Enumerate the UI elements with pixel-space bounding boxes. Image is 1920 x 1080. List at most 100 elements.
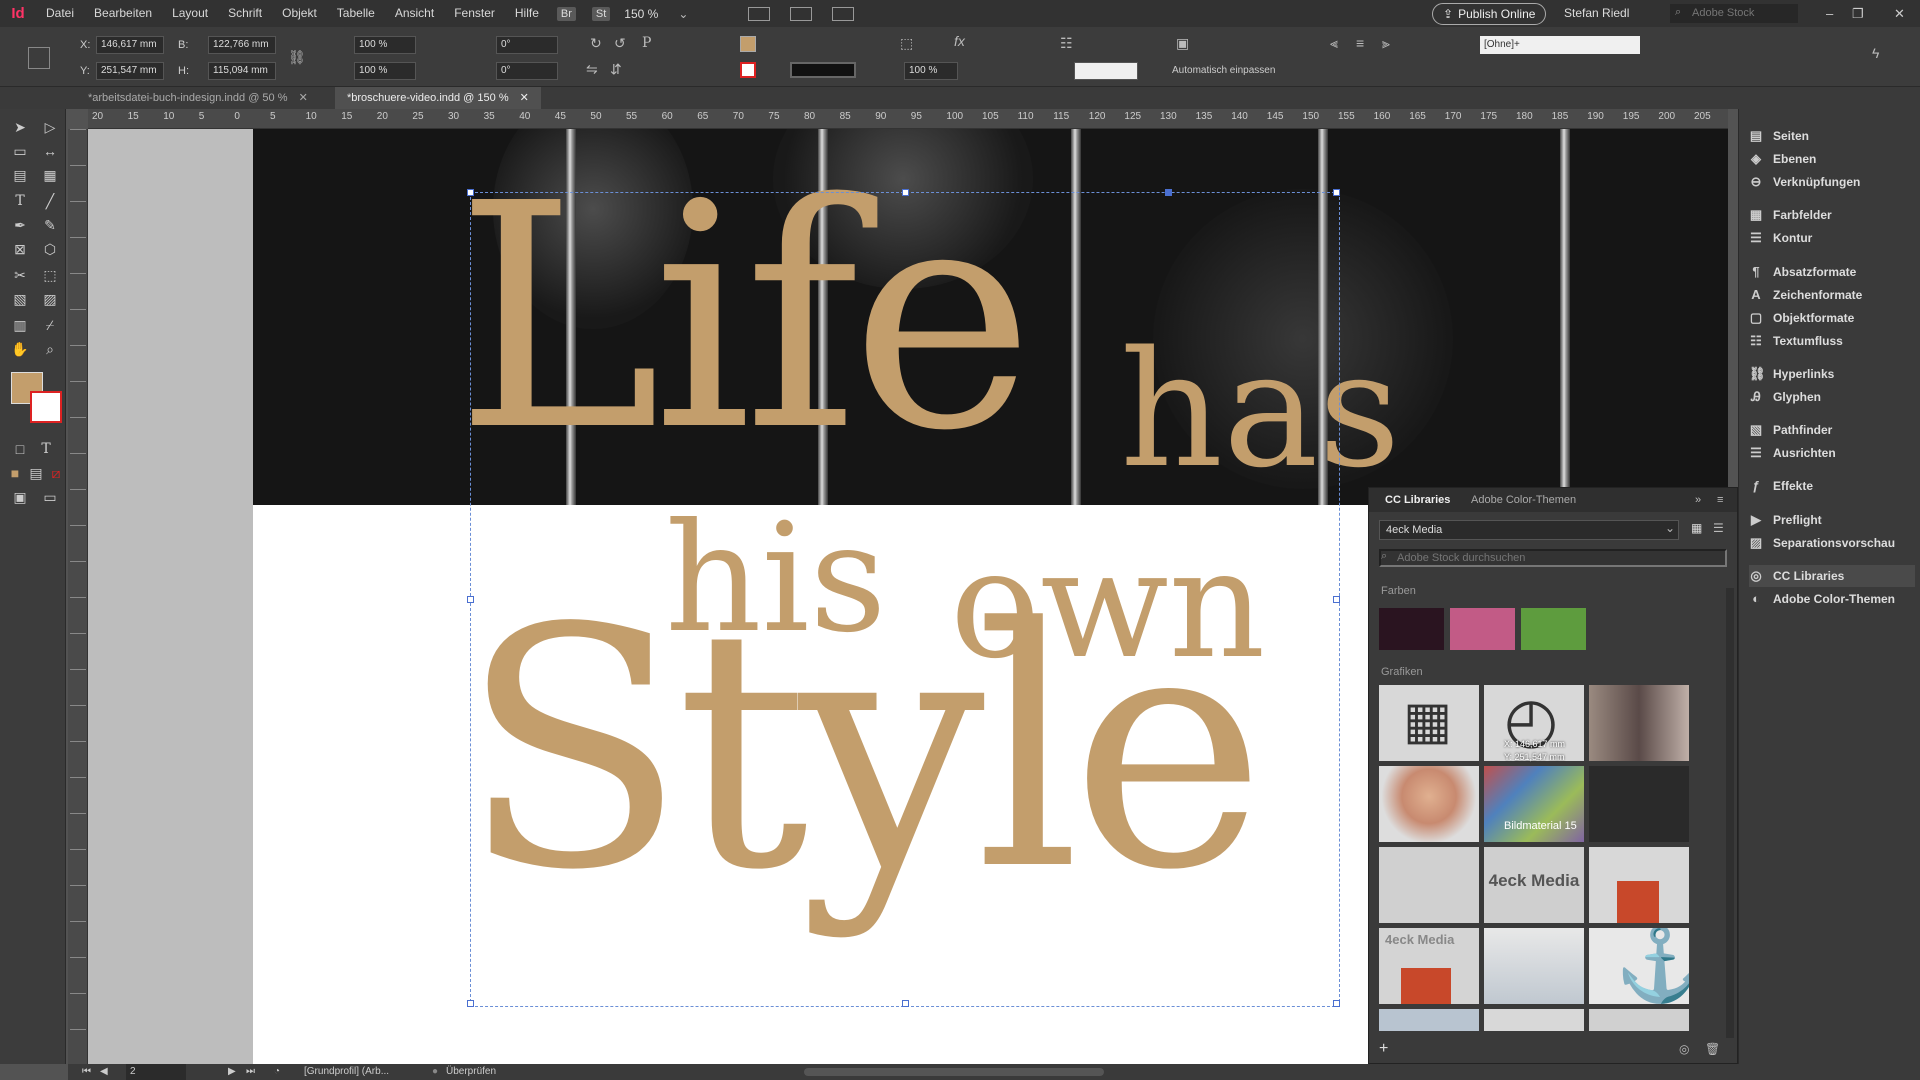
bridge-button[interactable]: Br	[556, 6, 576, 21]
stock-search-input[interactable]	[1379, 549, 1727, 567]
rotate-handle[interactable]	[1165, 189, 1172, 196]
eyedropper-tool-icon[interactable]: ⌿	[40, 315, 60, 335]
dock-item-effekte[interactable]: ƒ Effekte	[1749, 475, 1813, 497]
selection-frame[interactable]	[467, 189, 1340, 1007]
color-swatch-pink[interactable]	[1450, 608, 1515, 650]
user-menu[interactable]: Stefan Riedl	[1564, 0, 1629, 27]
quick-apply-icon[interactable]: ϟ	[1872, 45, 1879, 61]
scissors-tool-icon[interactable]: ✂	[10, 265, 30, 285]
apply-gradient-icon[interactable]: ▤	[26, 463, 46, 483]
formatting-container-icon[interactable]: □	[10, 439, 30, 459]
collapse-panel-icon[interactable]: »	[1695, 488, 1701, 512]
selection-tool-icon[interactable]: ➤	[10, 117, 30, 137]
stock-button[interactable]: St	[591, 6, 611, 21]
trash-icon[interactable]: 🗑	[1705, 1042, 1720, 1056]
gradient-feather-tool-icon[interactable]: ▨	[40, 289, 60, 309]
color-swatch-dark[interactable]	[1379, 608, 1444, 650]
pencil-tool-icon[interactable]: ✎	[40, 215, 60, 235]
menu-bearbeiten[interactable]: Bearbeiten	[84, 0, 162, 27]
graphic-photo-portrait[interactable]	[1379, 766, 1479, 842]
tab-arbeitsdatei[interactable]: *arbeitsdatei-buch-indesign.indd @ 50 % …	[76, 87, 320, 109]
library-scrollbar[interactable]	[1726, 588, 1734, 1038]
dock-item-textumfluss[interactable]: ☷ Textumfluss	[1749, 330, 1843, 352]
direct-selection-tool-icon[interactable]: ▷	[40, 117, 60, 137]
align-left-icon[interactable]: ⫷	[1330, 35, 1338, 52]
reference-point-icon[interactable]	[28, 47, 50, 69]
tab-broschuere[interactable]: *broschuere-video.indd @ 150 % ✕	[335, 87, 541, 109]
flip-vertical-icon[interactable]: ⇵	[610, 61, 622, 78]
menu-hilfe[interactable]: Hilfe	[505, 0, 549, 27]
dock-item-seiten[interactable]: ▤ Seiten	[1749, 125, 1809, 147]
pen-tool-icon[interactable]: ✒	[10, 215, 30, 235]
content-placer-icon[interactable]: ▦	[40, 165, 60, 185]
menu-layout[interactable]: Layout	[162, 0, 218, 27]
gradient-swatch-tool-icon[interactable]: ▧	[10, 289, 30, 309]
align-right-icon[interactable]: ⫸	[1382, 35, 1390, 52]
resize-handle-tr[interactable]	[1333, 189, 1340, 196]
fill-color-swatch[interactable]	[740, 36, 756, 52]
rectangle-frame-tool-icon[interactable]: ⊠	[10, 239, 30, 259]
align-center-icon[interactable]: ≡	[1356, 35, 1364, 51]
resize-handle-br[interactable]	[1333, 1000, 1340, 1007]
stroke-color-box[interactable]	[30, 391, 62, 423]
screen-mode-icon[interactable]	[790, 6, 813, 21]
dock-item-ebenen[interactable]: ◈ Ebenen	[1749, 148, 1816, 170]
polygon-tool-icon[interactable]: ⬡	[40, 239, 60, 259]
library-select[interactable]: 4eck Media	[1379, 520, 1679, 540]
panel-menu-icon[interactable]: ≡	[1717, 488, 1723, 512]
add-content-icon[interactable]: +	[1379, 1040, 1388, 1058]
flip-horizontal-icon[interactable]: ⇋	[586, 61, 598, 78]
resize-handle-ml[interactable]	[467, 596, 474, 603]
note-tool-icon[interactable]: ▥	[10, 315, 30, 335]
preview-mode-icon[interactable]: ▭	[40, 487, 60, 507]
menu-ansicht[interactable]: Ansicht	[385, 0, 444, 27]
dock-item-absatzformate[interactable]: ¶ Absatzformate	[1749, 261, 1856, 283]
cc-sync-icon[interactable]: ◎	[1679, 1042, 1689, 1056]
dock-item-zeichenformate[interactable]: A Zeichenformate	[1749, 284, 1862, 306]
stroke-weight-field[interactable]	[1074, 62, 1138, 80]
graphic-banner-grey[interactable]	[1379, 847, 1479, 923]
dock-item-kontur[interactable]: ☰ Kontur	[1749, 227, 1812, 249]
dock-item-adobe-color-themen[interactable]: ◐ Adobe Color-Themen	[1749, 588, 1895, 610]
resize-handle-tl[interactable]	[467, 189, 474, 196]
apply-none-icon[interactable]: ⧄	[46, 463, 66, 483]
vertical-ruler[interactable]	[68, 129, 88, 1064]
rotation-field[interactable]: 0°	[496, 36, 558, 54]
dock-item-glyphen[interactable]: Ꭿ Glyphen	[1749, 386, 1821, 408]
text-wrap-icon[interactable]: ☷	[1060, 35, 1073, 52]
normal-view-icon[interactable]: ▣	[10, 487, 30, 507]
graphic-partial-2[interactable]	[1484, 1009, 1584, 1031]
menu-tabelle[interactable]: Tabelle	[327, 0, 385, 27]
first-page-icon[interactable]: ⏮	[82, 1064, 91, 1080]
close-icon[interactable]: ✕	[299, 92, 308, 104]
page-number-field[interactable]: 2	[126, 1064, 186, 1080]
zoom-select[interactable]: 150 %	[624, 7, 658, 21]
adobe-stock-search-input[interactable]	[1670, 4, 1798, 23]
menu-datei[interactable]: Datei	[36, 0, 84, 27]
maximize-icon[interactable]: ❐	[1852, 0, 1864, 27]
tab-cc-libraries[interactable]: CC Libraries	[1385, 488, 1450, 512]
text-frame-options-icon[interactable]: P	[642, 35, 651, 51]
resize-handle-bl[interactable]	[467, 1000, 474, 1007]
width-field[interactable]: 122,766 mm	[208, 36, 276, 54]
view-options-icon[interactable]	[748, 6, 771, 21]
grid-view-icon[interactable]: ▦	[1691, 521, 1702, 535]
menu-objekt[interactable]: Objekt	[272, 0, 327, 27]
menu-fenster[interactable]: Fenster	[444, 0, 505, 27]
working-profile[interactable]: [Grundprofil] (Arb...	[304, 1064, 389, 1080]
fit-content-icon[interactable]: ▣	[1176, 35, 1189, 52]
scale-x-field[interactable]: 100 %	[354, 36, 416, 54]
resize-handle-bc[interactable]	[902, 1000, 909, 1007]
publish-online-button[interactable]: ⇪ Publish Online	[1432, 3, 1547, 25]
next-page-icon[interactable]: ▶	[228, 1064, 236, 1080]
close-icon[interactable]: ✕	[520, 92, 529, 104]
dock-item-pathfinder[interactable]: ▧ Pathfinder	[1749, 419, 1833, 441]
color-swatch-green[interactable]	[1521, 608, 1586, 650]
graphic-red-block[interactable]	[1589, 847, 1689, 923]
graphic-anchor[interactable]: ⚓	[1589, 928, 1689, 1004]
preflight-label[interactable]: Überprüfen	[446, 1064, 496, 1080]
colors-heading[interactable]: Farben	[1381, 585, 1416, 597]
graphic-logo-4eck[interactable]: 4eck Media	[1484, 847, 1584, 923]
y-position-field[interactable]: 251,547 mm	[96, 62, 164, 80]
dock-item-separationsvorschau[interactable]: ▨ Separationsvorschau	[1749, 532, 1895, 554]
